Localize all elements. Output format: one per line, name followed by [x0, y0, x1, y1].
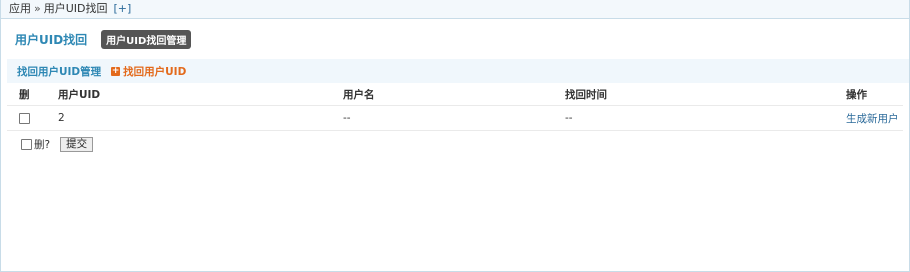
- breadcrumb-current-link[interactable]: 用户UID找回: [44, 2, 108, 15]
- row-uid: 2: [58, 105, 343, 131]
- delete-label: 删?: [34, 139, 51, 151]
- table-header-row: 删 用户UID 用户名 找回时间 操作: [7, 83, 903, 106]
- add-recover-uid-label: 找回用户UID: [123, 65, 187, 78]
- table-row: 2 -- -- 生成新用户: [7, 105, 903, 131]
- app-frame: 应用» 用户UID找回 [+] 用户UID找回 用户UID找回管理 找回用户UID管…: [0, 0, 910, 272]
- row-delete-checkbox[interactable]: [19, 112, 30, 124]
- page-title: 用户UID找回: [15, 32, 88, 47]
- column-header-actions: 操作: [846, 83, 903, 106]
- generate-new-user-link[interactable]: 生成新用户: [846, 113, 899, 125]
- row-time: --: [565, 105, 846, 131]
- add-shortcut-button[interactable]: [+]: [114, 2, 132, 15]
- breadcrumb-separator: »: [34, 2, 41, 15]
- row-username: --: [343, 105, 565, 131]
- table-footer: 删? 提交: [21, 137, 909, 152]
- manage-uid-tab[interactable]: 找回用户UID管理: [17, 64, 101, 79]
- page-header: 用户UID找回 用户UID找回管理: [1, 19, 909, 59]
- select-all-delete-checkbox[interactable]: [21, 139, 32, 150]
- add-recover-uid-link[interactable]: + 找回用户UID: [111, 64, 186, 79]
- breadcrumb-root-link[interactable]: 应用: [9, 2, 31, 15]
- column-header-username: 用户名: [343, 83, 565, 106]
- submit-button[interactable]: 提交: [60, 137, 94, 152]
- breadcrumb: 应用» 用户UID找回 [+]: [1, 0, 909, 19]
- column-header-time: 找回时间: [565, 83, 846, 106]
- management-badge-button[interactable]: 用户UID找回管理: [101, 29, 192, 49]
- row-action-cell: 生成新用户: [846, 105, 903, 131]
- column-header-delete: 删: [7, 83, 58, 106]
- row-delete-cell: [7, 105, 58, 131]
- column-header-uid: 用户UID: [58, 83, 343, 106]
- plus-icon: +: [111, 65, 121, 76]
- recovery-table: 删 用户UID 用户名 找回时间 操作 2 -- -- 生成新用户: [7, 83, 903, 131]
- sub-navigation: 找回用户UID管理 + 找回用户UID: [7, 59, 909, 83]
